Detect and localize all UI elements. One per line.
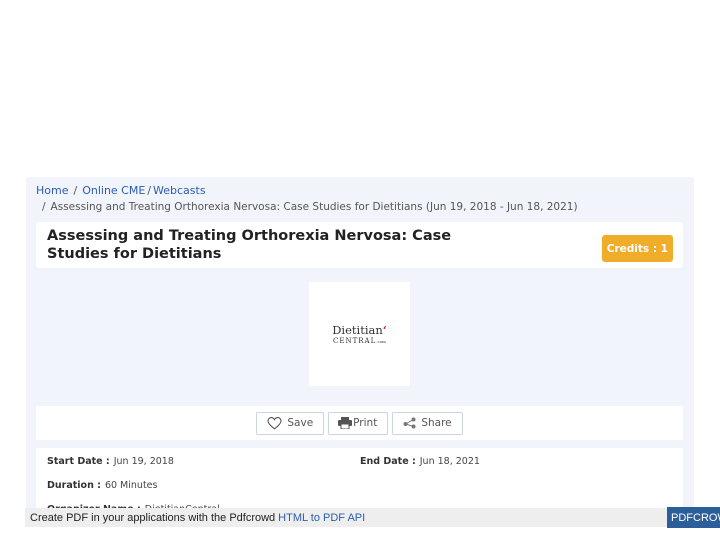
logo-wordmark: Dietitianʻ xyxy=(332,324,387,336)
credits-badge: Credits : 1 xyxy=(601,235,673,262)
title-card: Assessing and Treating Orthorexia Nervos… xyxy=(36,222,683,268)
logo-top-text: Dietitian xyxy=(332,322,383,337)
duration-label: Duration : xyxy=(47,480,101,491)
course-panel: Home / Online CME / Webcasts / Assessing… xyxy=(26,177,694,517)
logo-suffix-text: .com xyxy=(376,338,386,344)
duration-value: 60 Minutes xyxy=(104,480,158,491)
start-date-label: Start Date : xyxy=(47,456,110,467)
save-button[interactable]: Save xyxy=(256,411,325,435)
pdfcrowd-brand-link[interactable]: PDFCROWD xyxy=(667,507,720,528)
breadcrumb-current: Assessing and Treating Orthorexia Nervos… xyxy=(50,201,578,213)
breadcrumb-separator: / xyxy=(42,201,46,213)
printer-icon xyxy=(338,417,353,429)
logo-subtitle: CENTRAL.com xyxy=(333,337,386,345)
html-to-pdf-api-link[interactable]: HTML to PDF API xyxy=(278,512,365,524)
actions-bar: Save Print Share xyxy=(36,406,683,440)
end-date-value: Jun 18, 2021 xyxy=(419,456,480,467)
course-details: Start Date : Jun 19, 2018 End Date : Jun… xyxy=(36,448,683,517)
share-button[interactable]: Share xyxy=(392,411,463,435)
save-button-label: Save xyxy=(287,417,314,429)
breadcrumb-separator: / xyxy=(147,183,152,197)
start-date: Start Date : Jun 19, 2018 xyxy=(47,456,174,467)
start-date-value: Jun 19, 2018 xyxy=(113,456,174,467)
duration: Duration : 60 Minutes xyxy=(47,480,157,491)
breadcrumb-separator: / xyxy=(73,183,78,197)
page-title: Assessing and Treating Orthorexia Nervos… xyxy=(47,228,452,262)
provider-logo: Dietitianʻ CENTRAL.com xyxy=(309,282,410,386)
pdfcrowd-footer: Create PDF in your applications with the… xyxy=(25,508,720,527)
pepper-icon: ʻ xyxy=(382,322,387,337)
end-date: End Date : Jun 18, 2021 xyxy=(360,456,480,467)
breadcrumb: Home / Online CME / Webcasts / Assessing… xyxy=(36,182,578,215)
end-date-label: End Date : xyxy=(360,456,416,467)
breadcrumb-webcasts-link[interactable]: Webcasts xyxy=(153,184,206,197)
heart-icon xyxy=(267,416,282,430)
breadcrumb-home-link[interactable]: Home xyxy=(36,184,68,197)
breadcrumb-online-cme-link[interactable]: Online CME xyxy=(82,184,145,197)
share-icon xyxy=(403,417,416,429)
print-button-label: Print xyxy=(353,417,378,429)
logo-bottom-text: CENTRAL xyxy=(333,336,377,345)
print-button[interactable]: Print xyxy=(328,411,389,435)
pdfcrowd-footer-text: Create PDF in your applications with the… xyxy=(30,511,276,524)
share-button-label: Share xyxy=(421,417,452,429)
